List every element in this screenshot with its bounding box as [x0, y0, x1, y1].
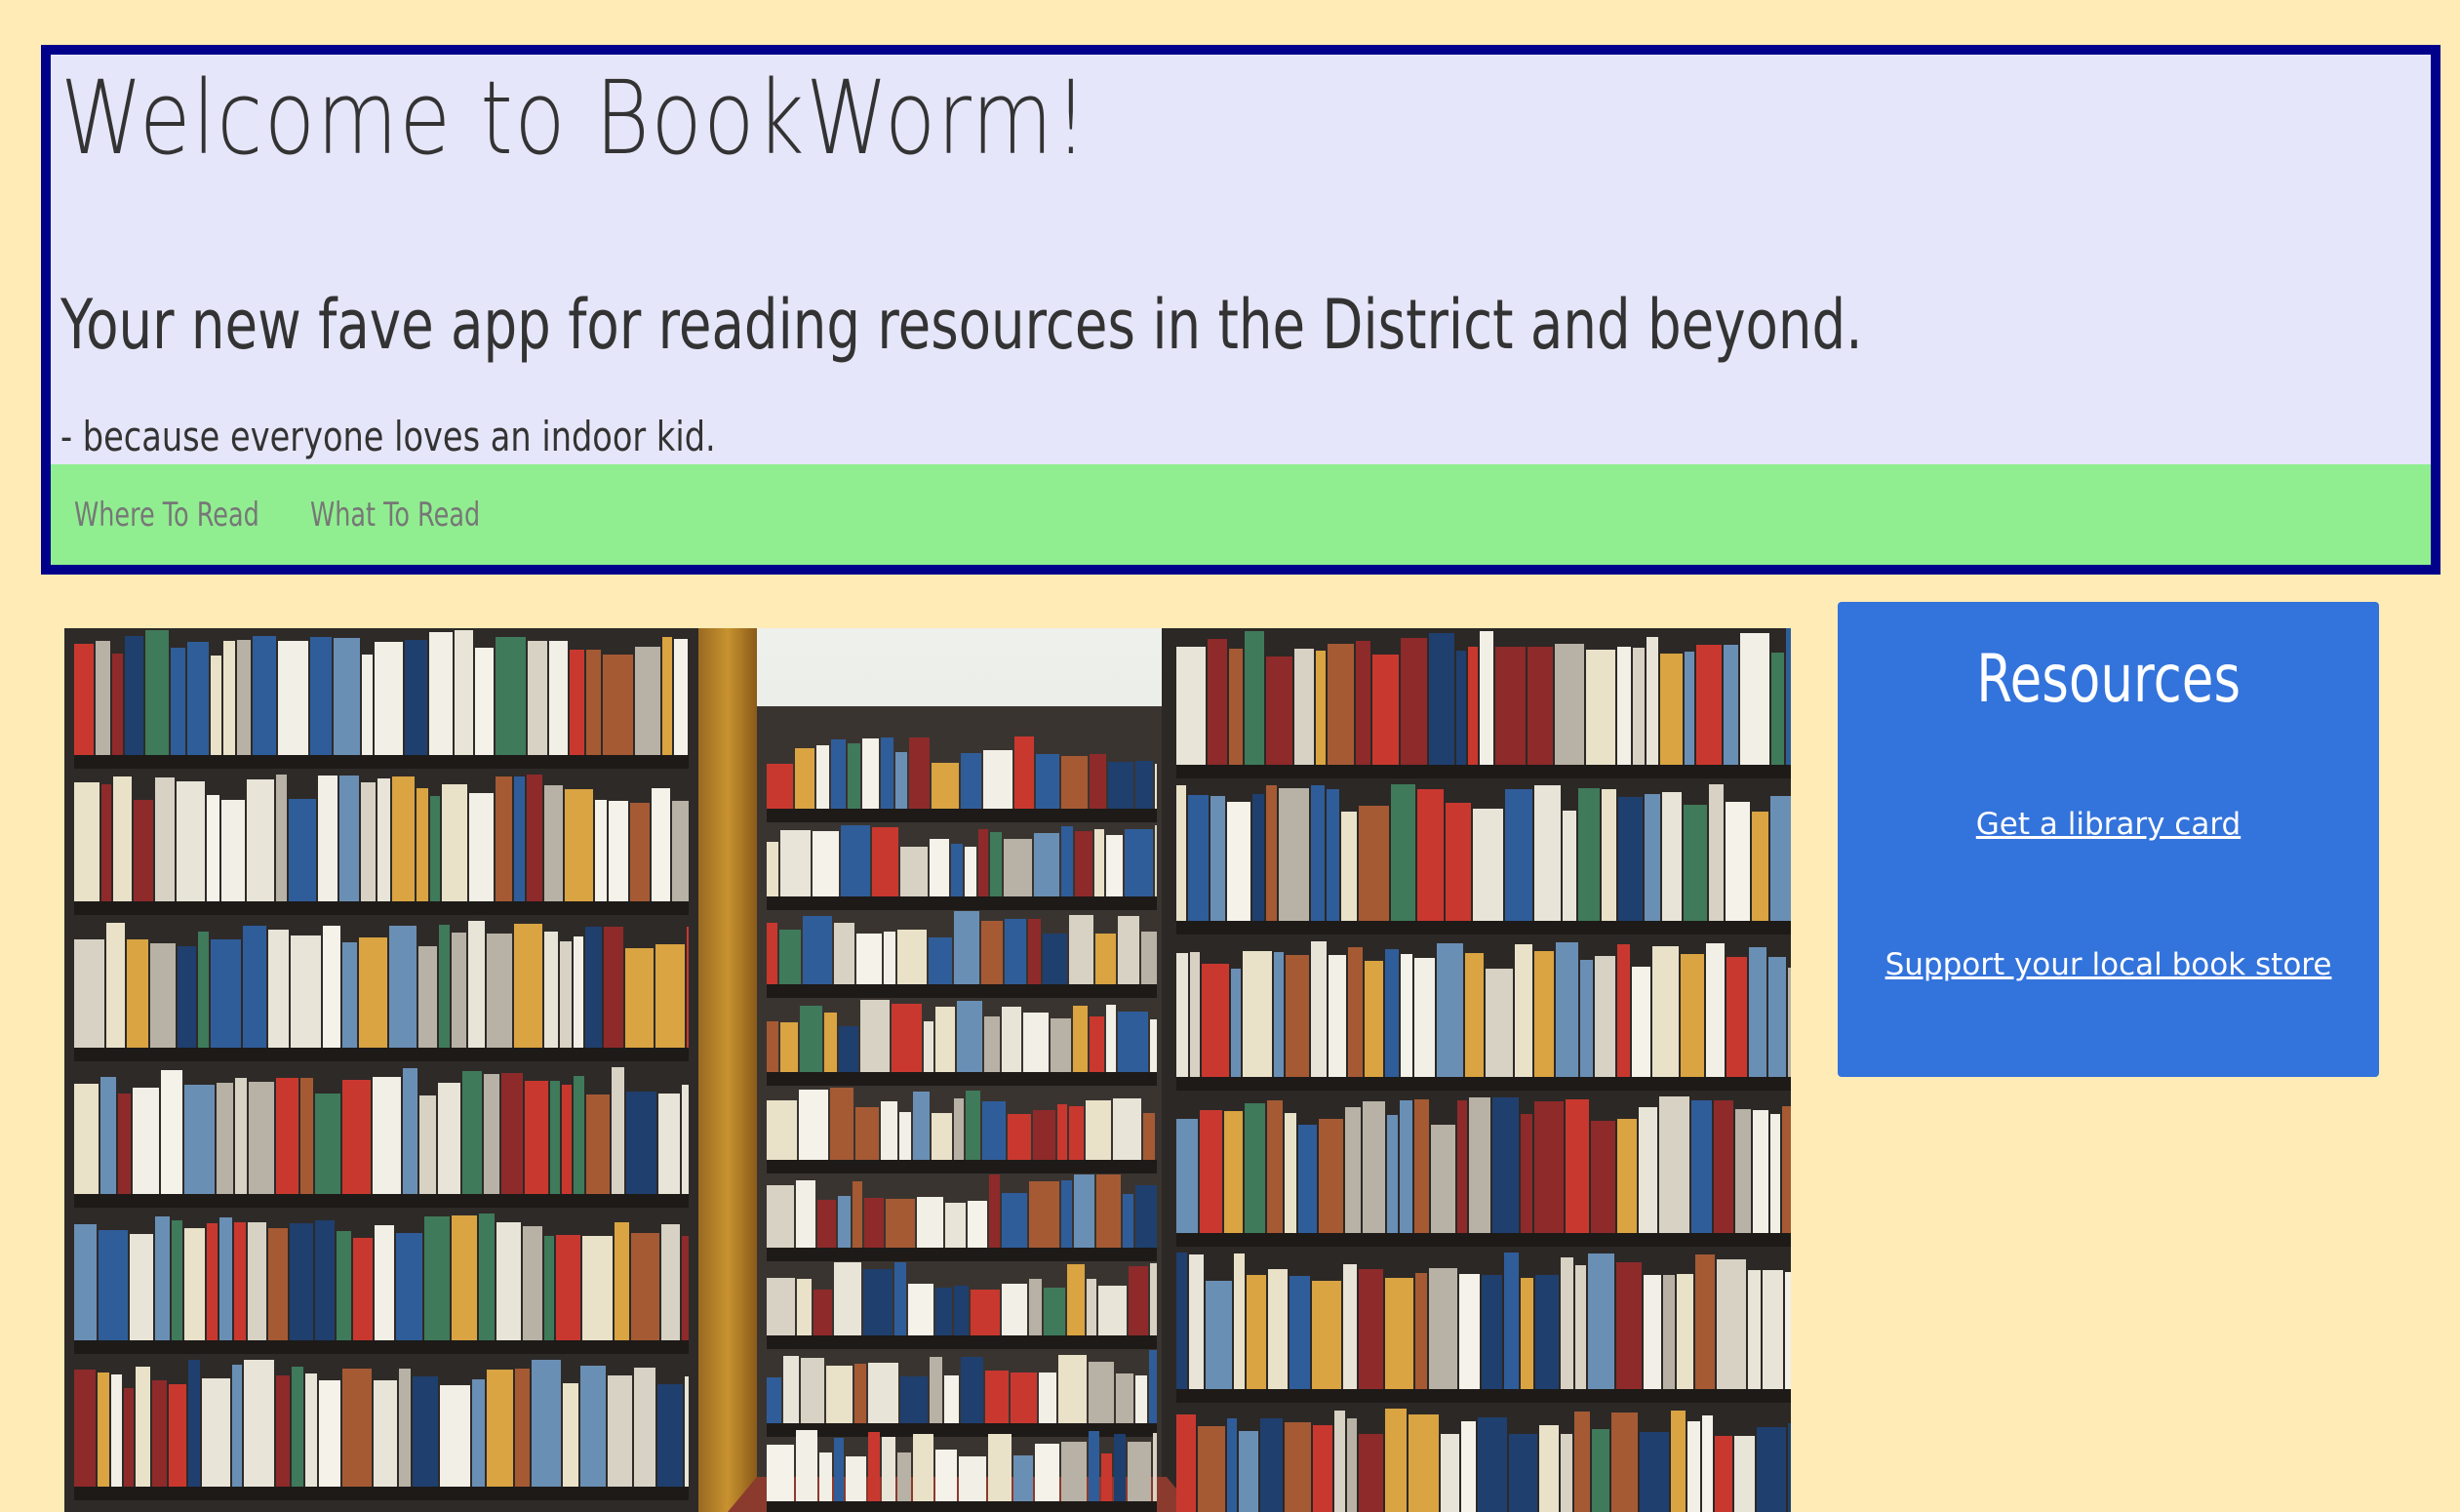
nav-link-where-to-read[interactable]: Where To Read [74, 486, 259, 544]
sub-tagline: - because everyone loves an indoor kid. [60, 413, 716, 460]
support-local-bookstore-link[interactable]: Support your local book store [1838, 943, 2379, 986]
site-header: Welcome to BookWorm! Your new fave app f… [41, 45, 2440, 575]
resources-panel: Resources Get a library card Support you… [1838, 602, 2379, 1077]
tagline: Your new fave app for reading resources … [60, 285, 1863, 365]
get-library-card-link[interactable]: Get a library card [1838, 803, 2379, 846]
library-bookshelves-photo [64, 628, 1791, 1512]
page-title: Welcome to BookWorm! [60, 59, 1090, 178]
nav-bar: Where To Read What To Read [51, 464, 2431, 565]
nav-link-what-to-read[interactable]: What To Read [310, 486, 480, 544]
resources-title: Resources [1976, 641, 2241, 718]
